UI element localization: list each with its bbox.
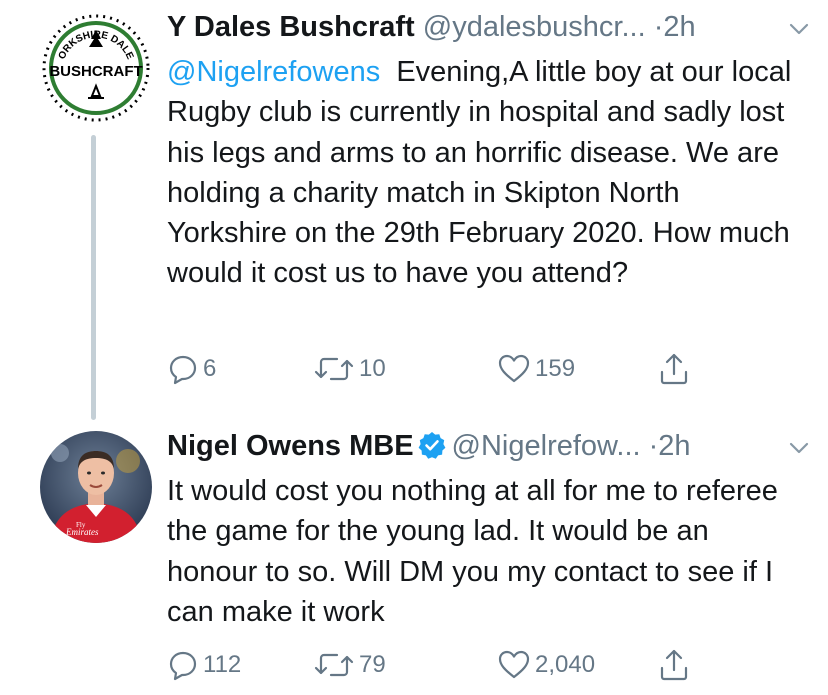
bushcraft-logo: YORKSHIRE DALES BUSHCRAFT — [40, 12, 152, 124]
logo-main-text: BUSHCRAFT — [49, 63, 142, 80]
reply-icon — [169, 355, 197, 385]
reply-count: 6 — [203, 355, 217, 382]
like-button[interactable]: 159 — [497, 351, 575, 387]
handle[interactable]: @ydalesbushcr... — [423, 11, 646, 43]
share-button[interactable] — [659, 647, 689, 683]
avatar[interactable]: Fly Emirates — [40, 431, 152, 543]
share-icon — [660, 649, 688, 681]
timestamp[interactable]: 2h — [658, 430, 690, 462]
tweet-body: It would cost you nothing at all for me … — [167, 475, 778, 628]
like-count: 2,040 — [535, 651, 596, 678]
avatar[interactable]: YORKSHIRE DALES BUSHCRAFT — [40, 12, 152, 124]
share-button[interactable] — [659, 351, 689, 387]
reply-icon — [169, 651, 197, 681]
chevron-down-icon[interactable] — [788, 18, 810, 40]
retweet-button[interactable]: 10 — [313, 351, 386, 387]
tweet[interactable]: Fly Emirates Nigel Owens MBE @Nigelrefow… — [0, 415, 828, 695]
heart-icon — [498, 650, 530, 679]
tweet-text: It would cost you nothing at all for me … — [167, 471, 798, 632]
handle[interactable]: @Nigelrefow... — [452, 430, 641, 462]
reply-button[interactable]: 112 — [167, 647, 241, 683]
retweet-icon — [314, 653, 354, 677]
tweet-header: Nigel Owens MBE @Nigelrefow... ·2h — [167, 427, 770, 467]
chevron-down-icon[interactable] — [788, 437, 810, 459]
like-count: 159 — [535, 355, 576, 382]
retweet-icon — [314, 357, 354, 381]
tweet-text: @Nigelrefowens Evening,A little boy at o… — [167, 52, 798, 294]
mention-link[interactable]: @Nigelrefowens — [167, 56, 380, 88]
tweet[interactable]: YORKSHIRE DALES BUSHCRAFT Y Dales Bushcr… — [0, 0, 828, 420]
retweet-count: 10 — [359, 355, 386, 382]
reply-button[interactable]: 6 — [167, 351, 216, 387]
separator: · — [648, 430, 659, 462]
verified-badge-icon — [418, 432, 445, 459]
shirt-text-emirates: Emirates — [65, 527, 99, 537]
tweet-body: Evening,A little boy at our local Rugby … — [167, 56, 792, 290]
like-button[interactable]: 2,040 — [497, 647, 595, 683]
share-icon — [660, 353, 688, 385]
timestamp[interactable]: 2h — [663, 11, 695, 43]
retweet-count: 79 — [359, 651, 386, 678]
action-bar: 6 10 159 — [167, 351, 788, 387]
display-name[interactable]: Y Dales Bushcraft — [167, 11, 415, 43]
thread-line — [91, 135, 96, 420]
action-bar: 112 79 2,040 — [167, 647, 788, 683]
profile-photo: Fly Emirates — [40, 431, 152, 543]
tweet-header: Y Dales Bushcraft @ydalesbushcr... ·2h — [167, 8, 770, 48]
retweet-button[interactable]: 79 — [313, 647, 386, 683]
heart-icon — [498, 354, 530, 383]
reply-count: 112 — [203, 651, 242, 678]
display-name[interactable]: Nigel Owens MBE — [167, 430, 414, 462]
separator: · — [653, 11, 664, 43]
